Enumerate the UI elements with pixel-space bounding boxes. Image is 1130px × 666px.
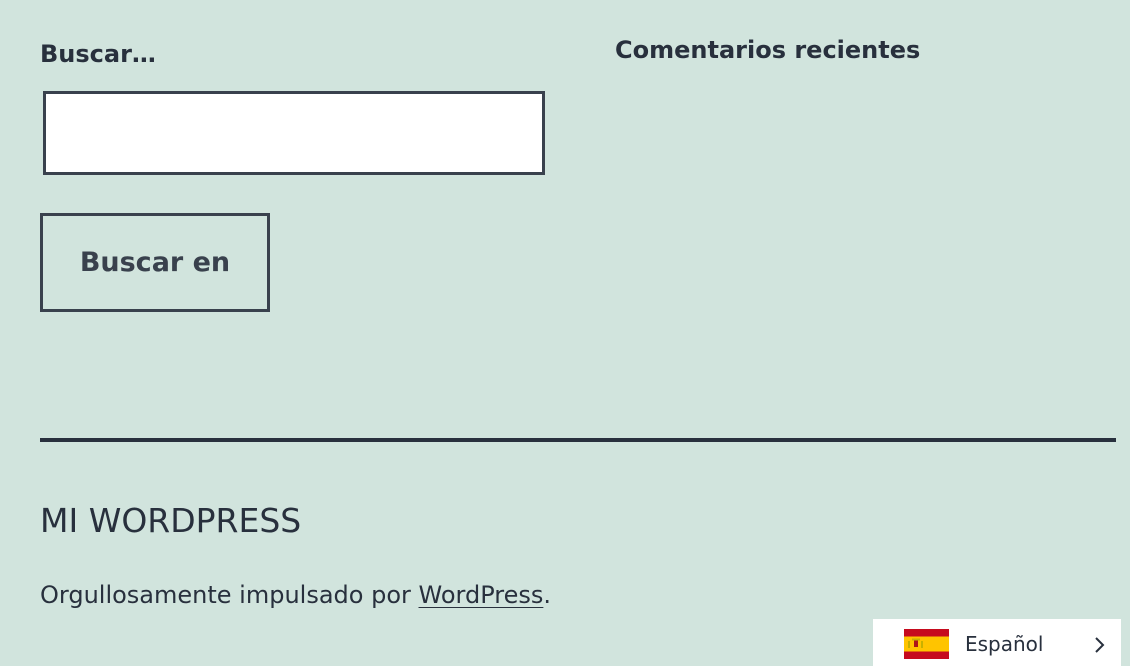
wordpress-link[interactable]: WordPress xyxy=(419,581,544,609)
recent-comments-title: Comentarios recientes xyxy=(615,36,921,64)
spain-flag-icon xyxy=(904,629,949,659)
search-button[interactable]: Buscar en xyxy=(40,213,270,312)
powered-by-prefix: Orgullosamente impulsado por xyxy=(40,581,419,609)
powered-by-text: Orgullosamente impulsado por WordPress. xyxy=(40,578,551,612)
footer-divider xyxy=(40,438,1116,442)
language-name: Español xyxy=(965,632,1044,656)
powered-by-suffix: . xyxy=(543,581,552,609)
chevron-right-icon xyxy=(1095,637,1105,653)
page: Buscar… Buscar en Comentarios recientes … xyxy=(0,0,1130,666)
site-title[interactable]: MI WORDPRESS xyxy=(40,500,301,542)
search-label: Buscar… xyxy=(40,40,156,68)
search-input[interactable] xyxy=(43,91,545,175)
language-switcher[interactable]: Español xyxy=(873,619,1121,666)
